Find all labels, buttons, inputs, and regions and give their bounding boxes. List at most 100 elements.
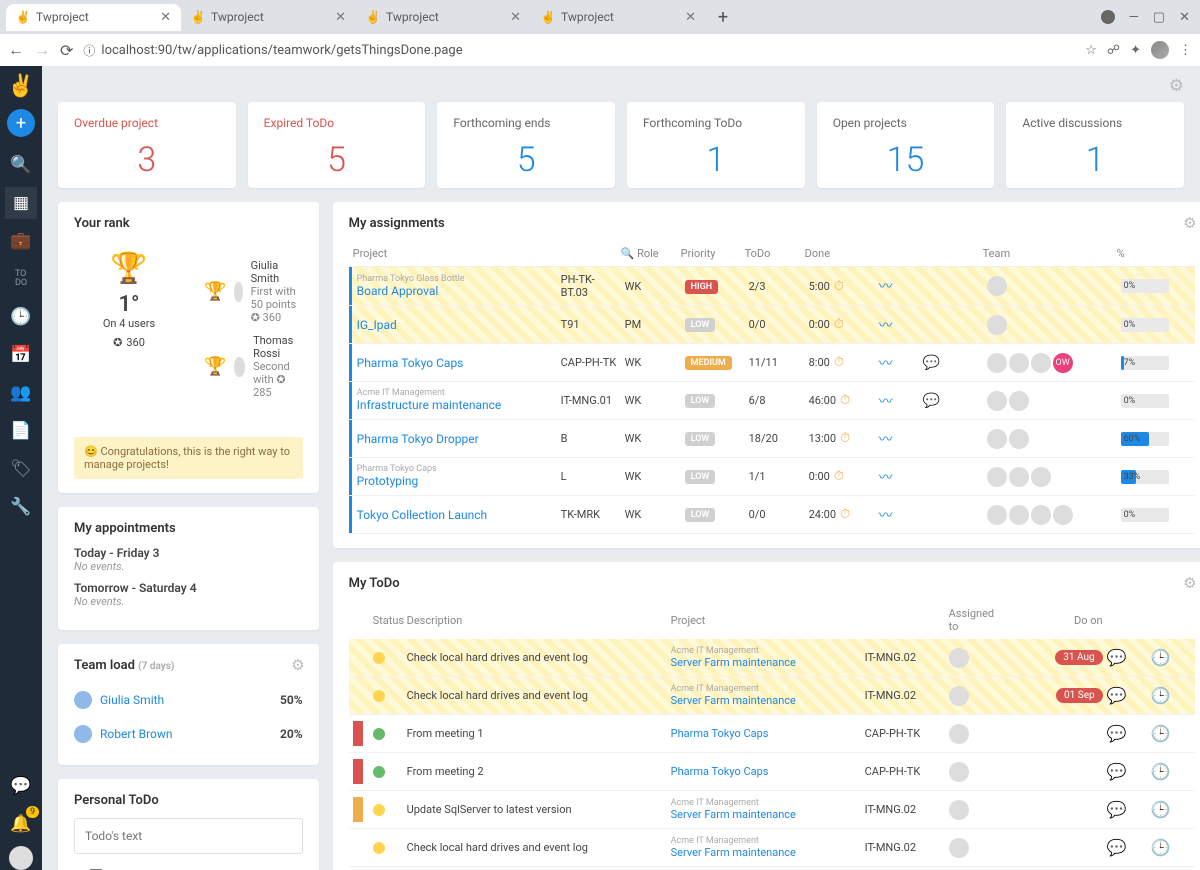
project-link[interactable]: Server Farm maintenance — [671, 846, 861, 859]
project-link[interactable]: Pharma Tokyo Caps — [671, 727, 861, 740]
clock-icon[interactable]: 🕒 — [1151, 762, 1171, 781]
tag-icon[interactable]: 🏷 — [5, 453, 37, 485]
gear-icon[interactable]: ⚙ — [1183, 214, 1196, 232]
project-link[interactable]: Pharma Tokyo Caps — [357, 356, 557, 370]
calendar-icon[interactable]: 📅 — [5, 339, 37, 371]
browser-tab[interactable]: ✌Twproject✕ — [356, 4, 531, 31]
clock-icon[interactable]: ⏱ — [840, 393, 850, 408]
chat-icon[interactable]: 💬 — [1107, 762, 1127, 781]
clock-icon[interactable]: ⏱ — [834, 469, 844, 484]
close-icon[interactable]: ✕ — [335, 10, 346, 25]
todo-nav-icon[interactable]: TODO — [5, 263, 37, 295]
browser-tab[interactable]: ✌Twproject✕ — [531, 4, 706, 31]
project-link[interactable]: Prototyping — [357, 474, 557, 488]
menu-icon[interactable]: ⋮ — [1179, 43, 1192, 58]
assignment-row[interactable]: IG_Ipad T91 PM LOW 0/0 0:00⏱ 〰 0% — [349, 306, 1195, 344]
clock-icon[interactable]: ⏱ — [834, 317, 844, 332]
mytodo-row[interactable]: Check local hard drives and event log Ac… — [349, 677, 1195, 715]
clock-icon[interactable]: 🕒 — [1151, 800, 1171, 819]
mytodo-row[interactable]: From meeting 1 Pharma Tokyo Caps CAP-PH-… — [349, 715, 1195, 753]
mytodo-row[interactable]: Update SqlServer to latest version Acme … — [349, 791, 1195, 829]
extensions-icon[interactable]: ✦ — [1130, 43, 1141, 58]
teamload-row[interactable]: Giulia Smith50% — [74, 683, 303, 717]
teamload-row[interactable]: Robert Brown20% — [74, 717, 303, 751]
chat-icon[interactable]: 💬 — [923, 393, 940, 409]
stat-card[interactable]: Forthcoming ends5 — [437, 102, 615, 188]
mytodo-row[interactable]: Check local hard drives and event log Ac… — [349, 639, 1195, 677]
todo-input[interactable] — [74, 818, 303, 854]
stat-card[interactable]: Active discussions1 — [1006, 102, 1184, 188]
project-link[interactable]: Server Farm maintenance — [671, 808, 861, 821]
docs-icon[interactable]: 📄 — [5, 415, 37, 447]
site-info-icon[interactable]: ⓘ — [83, 42, 95, 59]
assignment-row[interactable]: Tokyo Collection Launch TK-MRK WK LOW 0/… — [349, 496, 1195, 534]
assignment-row[interactable]: Acme IT ManagementInfrastructure mainten… — [349, 382, 1195, 420]
worklog-icon[interactable]: 〰 — [879, 432, 893, 448]
stat-card[interactable]: Open projects15 — [817, 102, 995, 188]
clock-icon[interactable]: 🕒 — [1151, 686, 1171, 705]
project-link[interactable]: IG_Ipad — [357, 318, 557, 332]
stat-card[interactable]: Overdue project3 — [58, 102, 236, 188]
project-link[interactable]: Board Approval — [357, 284, 557, 298]
star-icon[interactable]: ☆ — [1085, 43, 1097, 58]
maximize-icon[interactable]: ▢ — [1153, 10, 1165, 25]
worklog-icon[interactable]: 〰 — [879, 356, 893, 372]
project-link[interactable]: Tokyo Collection Launch — [357, 508, 557, 522]
extension-icon[interactable]: ☍ — [1107, 43, 1120, 58]
close-icon[interactable]: ✕ — [510, 10, 521, 25]
forward-button[interactable]: → — [34, 40, 50, 60]
notifications-icon[interactable]: 🔔9 — [5, 808, 37, 840]
chat-icon[interactable]: 💬 — [923, 355, 940, 371]
chat-icon[interactable]: 💬 — [1107, 686, 1127, 705]
clock-icon[interactable]: ⏱ — [840, 431, 850, 446]
project-link[interactable]: Server Farm maintenance — [671, 656, 861, 669]
gear-icon[interactable]: ⚙ — [291, 656, 304, 674]
chat-icon[interactable]: 💬 — [1107, 800, 1127, 819]
time-icon[interactable]: 🕒 — [5, 301, 37, 333]
projects-icon[interactable]: 💼 — [5, 225, 37, 257]
worklog-icon[interactable]: 〰 — [879, 508, 893, 524]
project-link[interactable]: Pharma Tokyo Dropper — [357, 432, 557, 446]
project-link[interactable]: Infrastructure maintenance — [357, 398, 557, 412]
worklog-icon[interactable]: 〰 — [879, 318, 893, 334]
close-icon[interactable]: ✕ — [160, 10, 171, 25]
clock-icon[interactable]: ⏱ — [834, 355, 844, 370]
page-settings-icon[interactable]: ⚙ — [58, 76, 1184, 96]
clock-icon[interactable]: ⏱ — [840, 507, 850, 522]
new-tab-button[interactable]: + — [712, 6, 734, 28]
project-link[interactable]: Server Farm maintenance — [671, 694, 861, 707]
clock-icon[interactable]: ⏱ — [834, 279, 844, 294]
url-field[interactable]: ⓘ localhost:90/tw/applications/teamwork/… — [83, 42, 1075, 59]
tools-icon[interactable]: 🔧 — [5, 491, 37, 523]
profile-avatar[interactable] — [1151, 41, 1169, 59]
browser-tab[interactable]: ✌Twproject✕ — [6, 4, 181, 31]
clock-icon[interactable]: 🕒 — [1151, 724, 1171, 743]
assignment-row[interactable]: Pharma Tokyo Caps CAP-PH-TK WK MEDIUM 11… — [349, 344, 1195, 382]
mytodo-row[interactable]: Check local hard drives and event log Ac… — [349, 829, 1195, 867]
assignment-row[interactable]: Pharma Tokyo Dropper B WK LOW 18/20 13:0… — [349, 420, 1195, 458]
assignment-row[interactable]: Pharma Tokyo CapsPrototyping L WK LOW 1/… — [349, 458, 1195, 496]
clock-icon[interactable]: 🕒 — [1151, 648, 1171, 667]
search-icon[interactable]: 🔍 — [5, 149, 37, 181]
assignment-row[interactable]: Pharma Tokyo Glass BottleBoard Approval … — [349, 267, 1195, 306]
chat-icon[interactable]: 💬 — [5, 770, 37, 802]
chat-icon[interactable]: 💬 — [1107, 648, 1127, 667]
account-icon[interactable] — [1101, 10, 1115, 24]
reload-button[interactable]: ⟳ — [60, 41, 73, 60]
clock-icon[interactable]: 🕒 — [1151, 838, 1171, 857]
browser-tab[interactable]: ✌Twproject✕ — [181, 4, 356, 31]
add-button[interactable]: + — [7, 109, 35, 137]
dashboard-icon[interactable]: ▦ — [5, 187, 37, 219]
user-avatar[interactable] — [9, 846, 33, 870]
team-icon[interactable]: 👥 — [5, 377, 37, 409]
worklog-icon[interactable]: 〰 — [879, 279, 893, 295]
close-icon[interactable]: ✕ — [685, 10, 696, 25]
worklog-icon[interactable]: 〰 — [879, 394, 893, 410]
chat-icon[interactable]: 💬 — [1107, 838, 1127, 857]
minimize-icon[interactable]: — — [1129, 10, 1139, 25]
stat-card[interactable]: Forthcoming ToDo1 — [627, 102, 805, 188]
worklog-icon[interactable]: 〰 — [879, 470, 893, 486]
close-window-icon[interactable]: ✕ — [1179, 10, 1190, 25]
gear-icon[interactable]: ⚙ — [1183, 574, 1196, 592]
stat-card[interactable]: Expired ToDo5 — [248, 102, 426, 188]
